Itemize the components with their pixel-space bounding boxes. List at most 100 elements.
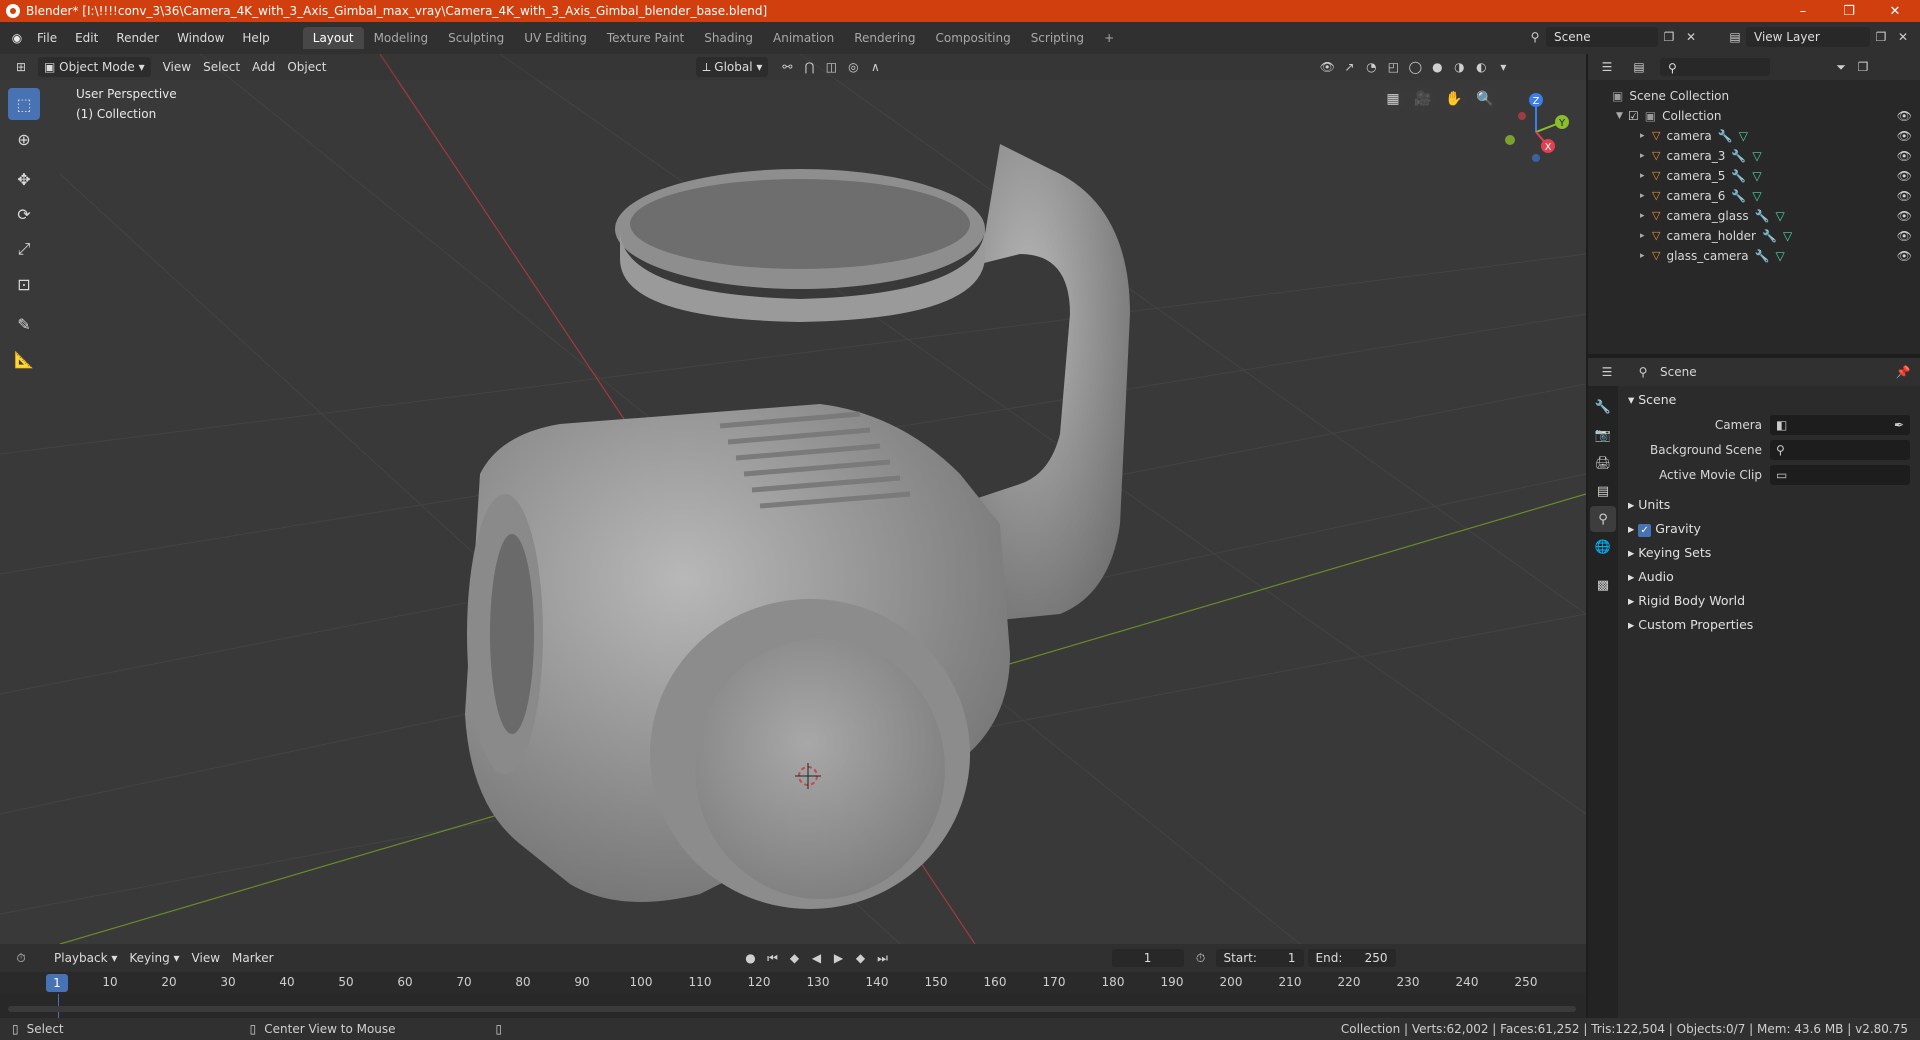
viewport-menu-view[interactable]: View (157, 57, 197, 77)
tab-texture-paint[interactable]: Texture Paint (597, 27, 694, 49)
rotate-tool-icon[interactable]: ⟳ (8, 198, 40, 230)
collection-checkbox-icon[interactable]: ☑ (1628, 106, 1639, 126)
expand-item-icon[interactable]: ▸ (1640, 146, 1652, 166)
outliner-item-glass-camera[interactable]: ▸ ▽ glass_camera 🔧 ▽ 👁 (1588, 246, 1920, 266)
outliner-item-camera-glass[interactable]: ▸ ▽ camera_glass 🔧 ▽ 👁 (1588, 206, 1920, 226)
prev-keyframe-icon[interactable]: ◆ (784, 948, 806, 968)
navigation-gizmo[interactable]: Z Y X (1496, 88, 1576, 168)
overlays-icon[interactable]: ◔ (1360, 57, 1382, 77)
scene-panel-header[interactable]: ▾ Scene (1620, 388, 1920, 412)
annotate-tool-icon[interactable]: ✎ (8, 308, 40, 340)
scene-field[interactable]: Scene (1546, 27, 1658, 47)
outliner-search-input[interactable]: ⚲ (1660, 58, 1770, 76)
snap-target-icon[interactable]: ◫ (820, 57, 842, 77)
scene-tab-icon[interactable]: ⚲ (1590, 506, 1616, 532)
item-eye-icon[interactable]: 👁 (1897, 186, 1912, 206)
tab-modeling[interactable]: Modeling (364, 27, 439, 49)
world-tab-icon[interactable]: 🌐 (1590, 534, 1616, 560)
shading-options-icon[interactable]: ▾ (1492, 57, 1514, 77)
viewport-menu-add[interactable]: Add (246, 57, 281, 77)
outliner-editor-type-icon[interactable]: ☰ (1596, 57, 1618, 77)
play-icon[interactable]: ▶ (828, 948, 850, 968)
properties-editor-type-icon[interactable]: ☰ (1596, 362, 1618, 382)
next-keyframe-icon[interactable]: ◆ (850, 948, 872, 968)
item-eye-icon[interactable]: 👁 (1897, 206, 1912, 226)
select-box-tool-icon[interactable]: ⬚ (8, 88, 40, 120)
end-frame-field[interactable]: End: 250 (1307, 949, 1396, 967)
pan-hand-icon[interactable]: ✋ (1441, 86, 1467, 112)
item-eye-icon[interactable]: 👁 (1897, 146, 1912, 166)
editor-type-icon[interactable]: ⊞ (10, 57, 32, 77)
timeline-menu-playback[interactable]: Playback ▾ (48, 948, 123, 968)
tab-sculpting[interactable]: Sculpting (438, 27, 514, 49)
keying-sets-panel-header[interactable]: ▸ Keying Sets (1620, 541, 1920, 565)
proportional-edit-icon[interactable]: ◎ (842, 57, 864, 77)
gizmo-toggle-icon[interactable]: ↗ (1338, 57, 1360, 77)
solid-shading-icon[interactable]: ● (1426, 57, 1448, 77)
item-eye-icon[interactable]: 👁 (1897, 246, 1912, 266)
outliner-item-camera[interactable]: ▸ ▽ camera 🔧 ▽ 👁 (1588, 126, 1920, 146)
scale-tool-icon[interactable]: ⤢ (8, 233, 40, 265)
3d-viewport[interactable]: ⊞ ▣ Object Mode ▾ View Select Add Object… (0, 54, 1586, 944)
timeline-menu-view[interactable]: View (186, 948, 226, 968)
expand-item-icon[interactable]: ▸ (1640, 186, 1652, 206)
render-tab-icon[interactable]: 📷 (1590, 422, 1616, 448)
item-eye-icon[interactable]: 👁 (1897, 166, 1912, 186)
tab-scripting[interactable]: Scripting (1021, 27, 1094, 49)
timeline-menu-keying[interactable]: Keying ▾ (123, 948, 185, 968)
outliner-collection[interactable]: ▼ ☑ ▣ Collection 👁 (1588, 106, 1920, 126)
jump-end-icon[interactable]: ⏭ (872, 948, 894, 968)
transform-tool-icon[interactable]: ⊡ (8, 268, 40, 300)
menu-file[interactable]: File (28, 27, 66, 49)
close-button[interactable]: ✕ (1872, 0, 1918, 22)
timeline-menu-marker[interactable]: Marker (226, 948, 279, 968)
visibility-icon[interactable]: 👁 (1316, 57, 1338, 77)
movie-clip-field[interactable]: ▭ (1770, 464, 1910, 485)
new-scene-icon[interactable]: ❐ (1658, 27, 1680, 47)
current-frame-field[interactable]: 1 (1111, 949, 1184, 967)
camera-view-icon[interactable]: 🎥 (1410, 86, 1436, 112)
expand-item-icon[interactable]: ▸ (1640, 166, 1652, 186)
tab-layout[interactable]: Layout (302, 27, 364, 49)
timeline-editor-type-icon[interactable]: ⏱ (10, 948, 32, 968)
delete-view-layer-icon[interactable]: ✕ (1892, 27, 1914, 47)
maximize-button[interactable]: ❐ (1826, 0, 1872, 22)
falloff-icon[interactable]: ∧ (864, 57, 886, 77)
pin-icon[interactable]: 📌 (1892, 362, 1914, 382)
rendered-shading-icon[interactable]: ◐ (1470, 57, 1492, 77)
tab-animation[interactable]: Animation (763, 27, 844, 49)
viewport-menu-object[interactable]: Object (281, 57, 332, 77)
delete-scene-icon[interactable]: ✕ (1680, 27, 1702, 47)
collection-eye-icon[interactable]: 👁 (1897, 106, 1912, 126)
menu-edit[interactable]: Edit (66, 27, 107, 49)
measure-tool-icon[interactable]: 📐 (8, 343, 40, 375)
outliner-scene-collection[interactable]: ▣ Scene Collection (1588, 86, 1920, 106)
eyedropper-icon[interactable]: ✒ (1894, 418, 1904, 432)
timeline-scrollbar[interactable] (8, 1006, 1576, 1012)
gravity-panel-header[interactable]: ▸ ✓ Gravity (1620, 517, 1920, 541)
item-eye-icon[interactable]: 👁 (1897, 226, 1912, 246)
expand-item-icon[interactable]: ▸ (1640, 246, 1652, 266)
orientation-dropdown[interactable]: ⟂ Global ▾ (696, 57, 769, 77)
audio-panel-header[interactable]: ▸ Audio (1620, 565, 1920, 589)
wireframe-shading-icon[interactable]: ◯ (1404, 57, 1426, 77)
material-shading-icon[interactable]: ◑ (1448, 57, 1470, 77)
preview-range-icon[interactable]: ⏱ (1190, 948, 1212, 968)
viewport-menu-select[interactable]: Select (197, 57, 246, 77)
expand-item-icon[interactable]: ▸ (1640, 206, 1652, 226)
rigid-body-world-panel-header[interactable]: ▸ Rigid Body World (1620, 589, 1920, 613)
outliner-item-camera-5[interactable]: ▸ ▽ camera_5 🔧 ▽ 👁 (1588, 166, 1920, 186)
tab-compositing[interactable]: Compositing (925, 27, 1020, 49)
units-panel-header[interactable]: ▸ Units (1620, 493, 1920, 517)
tab-rendering[interactable]: Rendering (844, 27, 925, 49)
toggle-camera-grid-icon[interactable]: ▦ (1380, 86, 1406, 112)
expand-collection-icon[interactable]: ▼ (1616, 106, 1628, 126)
move-tool-icon[interactable]: ✥ (8, 163, 40, 195)
scene-browse-icon[interactable]: ⚲ (1524, 27, 1546, 47)
tool-settings-tab-icon[interactable]: 🔧 (1590, 394, 1616, 420)
texture-tab-icon[interactable]: ▩ (1590, 572, 1616, 598)
output-tab-icon[interactable]: 🖨 (1590, 450, 1616, 476)
record-icon[interactable]: ● (740, 948, 762, 968)
playhead-frame[interactable]: 1 (46, 974, 68, 992)
new-collection-icon[interactable]: ❐ (1852, 57, 1874, 77)
